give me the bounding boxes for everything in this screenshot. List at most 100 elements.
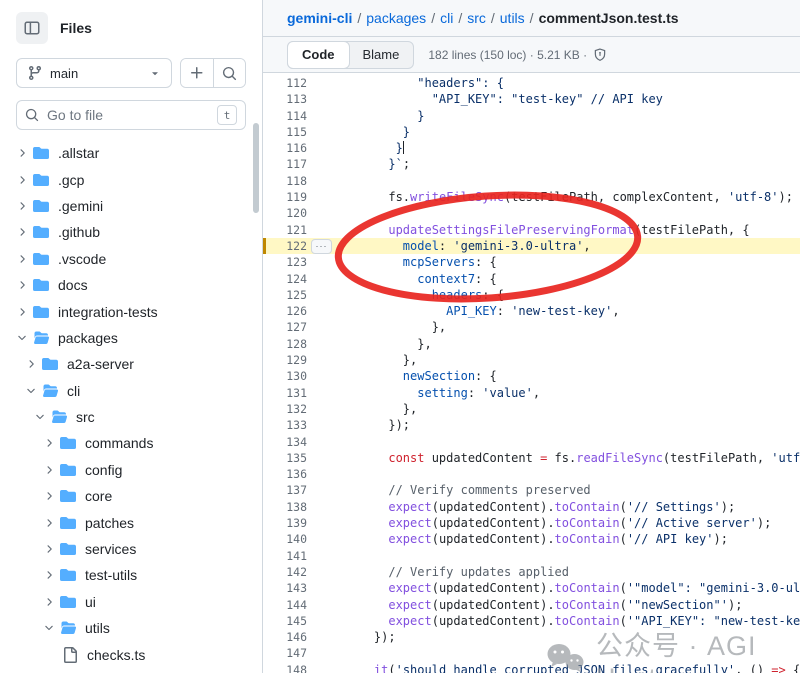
breadcrumb-gemini-cli[interactable]: gemini-cli — [287, 10, 352, 26]
line-number[interactable]: 126 — [263, 303, 307, 319]
line-number[interactable]: 139 — [263, 515, 307, 531]
tree-item-test-utils[interactable]: test-utils — [0, 562, 262, 588]
branch-selector[interactable]: main — [16, 58, 172, 88]
search-tree-button[interactable] — [213, 59, 245, 87]
sidebar-scrollbar[interactable] — [253, 123, 259, 213]
line-number[interactable]: 116 — [263, 140, 307, 156]
line-number[interactable]: 118 — [263, 173, 307, 189]
line-number[interactable]: 112 — [263, 75, 307, 91]
code-line-141: 141 — [263, 548, 800, 564]
chevron-right-icon[interactable] — [43, 464, 55, 476]
line-menu-button[interactable]: ··· — [311, 239, 332, 254]
chevron-right-icon[interactable] — [16, 279, 28, 291]
new-file-button[interactable] — [181, 59, 213, 87]
line-number[interactable]: 145 — [263, 613, 307, 629]
tree-item-services[interactable]: services — [0, 536, 262, 562]
tree-item-config[interactable]: config — [0, 457, 262, 483]
breadcrumb-packages[interactable]: packages — [366, 10, 426, 26]
line-number[interactable]: 115 — [263, 124, 307, 140]
line-number[interactable]: 141 — [263, 548, 307, 564]
collapse-sidebar-button[interactable] — [16, 12, 48, 44]
chevron-down-icon[interactable] — [43, 622, 55, 634]
line-number[interactable]: 134 — [263, 434, 307, 450]
line-number[interactable]: 143 — [263, 580, 307, 596]
tree-item-label: ui — [85, 594, 96, 610]
chevron-right-icon[interactable] — [16, 200, 28, 212]
tree-item-label: .gcp — [58, 172, 84, 188]
tree-item-cleanup-test-ts[interactable]: cleanup.test.ts — [0, 668, 262, 673]
chevron-right-icon[interactable] — [16, 174, 28, 186]
chevron-right-icon[interactable] — [25, 358, 37, 370]
line-number[interactable]: 123 — [263, 254, 307, 270]
chevron-down-icon[interactable] — [25, 385, 37, 397]
line-number[interactable]: 148 — [263, 662, 307, 673]
code-line-117: 117 }`; — [263, 156, 800, 172]
chevron-right-icon[interactable] — [16, 306, 28, 318]
tab-blame[interactable]: Blame — [349, 42, 414, 68]
line-number[interactable]: 137 — [263, 482, 307, 498]
line-number[interactable]: 133 — [263, 417, 307, 433]
tree-item-src[interactable]: src — [0, 404, 262, 430]
chevron-right-icon[interactable] — [43, 437, 55, 449]
chevron-right-icon[interactable] — [43, 596, 55, 608]
line-number[interactable]: 114 — [263, 108, 307, 124]
code-text: expect(updatedContent).toContain('// Act… — [335, 515, 800, 531]
tree-item-cli[interactable]: cli — [0, 378, 262, 404]
line-number[interactable]: 121 — [263, 222, 307, 238]
line-number[interactable]: 132 — [263, 401, 307, 417]
tab-code[interactable]: Code — [287, 41, 350, 69]
line-number[interactable]: 122 — [263, 238, 307, 254]
line-number[interactable]: 125 — [263, 287, 307, 303]
tree-item-utils[interactable]: utils — [0, 615, 262, 641]
line-number[interactable]: 140 — [263, 531, 307, 547]
line-number[interactable]: 113 — [263, 91, 307, 107]
tree-item--vscode[interactable]: .vscode — [0, 246, 262, 272]
line-number[interactable]: 142 — [263, 564, 307, 580]
tree-item--github[interactable]: .github — [0, 219, 262, 245]
chevron-down-icon[interactable] — [16, 332, 28, 344]
line-number[interactable]: 119 — [263, 189, 307, 205]
line-number[interactable]: 130 — [263, 368, 307, 384]
line-number[interactable]: 135 — [263, 450, 307, 466]
tree-item--gcp[interactable]: .gcp — [0, 166, 262, 192]
chevron-right-icon[interactable] — [43, 543, 55, 555]
shield-icon[interactable] — [593, 48, 607, 62]
tree-item-a2a-server[interactable]: a2a-server — [0, 351, 262, 377]
chevron-right-icon[interactable] — [16, 147, 28, 159]
line-number[interactable]: 136 — [263, 466, 307, 482]
line-number[interactable]: 128 — [263, 336, 307, 352]
line-number[interactable]: 117 — [263, 156, 307, 172]
chevron-right-icon[interactable] — [43, 569, 55, 581]
chevron-down-icon[interactable] — [34, 411, 46, 423]
tree-item--allstar[interactable]: .allstar — [0, 140, 262, 166]
tree-item-docs[interactable]: docs — [0, 272, 262, 298]
line-number[interactable]: 146 — [263, 629, 307, 645]
tree-item-core[interactable]: core — [0, 483, 262, 509]
tree-item--gemini[interactable]: .gemini — [0, 193, 262, 219]
gutter-slot — [307, 368, 335, 384]
chevron-right-icon[interactable] — [16, 253, 28, 265]
line-number[interactable]: 131 — [263, 385, 307, 401]
line-number[interactable]: 147 — [263, 645, 307, 661]
line-number[interactable]: 144 — [263, 597, 307, 613]
go-to-file-input[interactable]: Go to file t — [16, 100, 246, 130]
tree-item-patches[interactable]: patches — [0, 509, 262, 535]
chevron-right-icon[interactable] — [43, 517, 55, 529]
chevron-right-icon[interactable] — [16, 226, 28, 238]
line-number[interactable]: 120 — [263, 205, 307, 221]
breadcrumb-cli[interactable]: cli — [440, 10, 453, 26]
tree-item-commands[interactable]: commands — [0, 430, 262, 456]
chevron-right-icon[interactable] — [43, 490, 55, 502]
line-number[interactable]: 124 — [263, 271, 307, 287]
line-number[interactable]: 129 — [263, 352, 307, 368]
breadcrumb-src[interactable]: src — [467, 10, 486, 26]
tree-item-checks-ts[interactable]: checks.ts — [0, 641, 262, 667]
tree-item-packages[interactable]: packages — [0, 325, 262, 351]
tree-item-ui[interactable]: ui — [0, 589, 262, 615]
code-line-138: 138 expect(updatedContent).toContain('//… — [263, 499, 800, 515]
tree-item-integration-tests[interactable]: integration-tests — [0, 298, 262, 324]
line-number[interactable]: 127 — [263, 319, 307, 335]
breadcrumb-utils[interactable]: utils — [500, 10, 525, 26]
line-number[interactable]: 138 — [263, 499, 307, 515]
tree-item-label: packages — [58, 330, 118, 346]
